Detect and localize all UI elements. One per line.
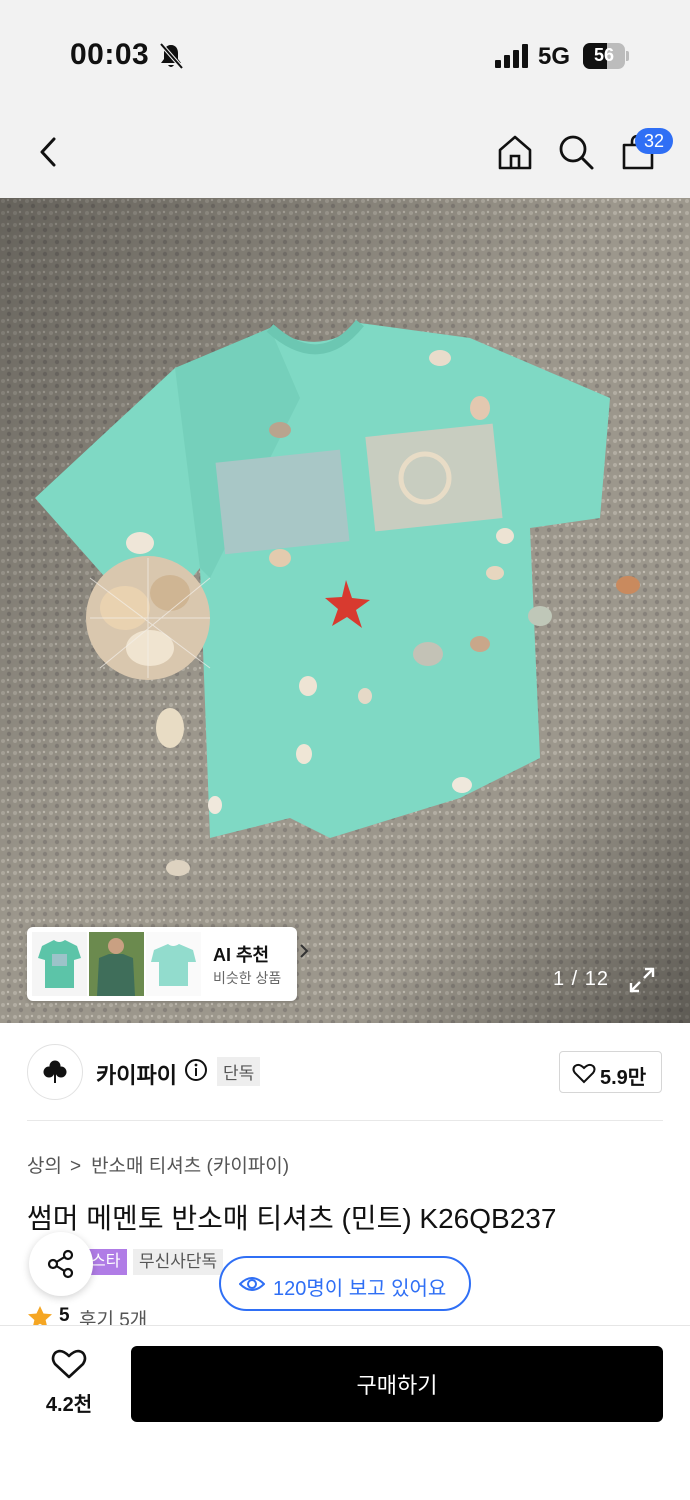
battery-indicator: 56: [583, 43, 629, 69]
product-photo: [0, 198, 690, 1023]
brand-like-count: 5.9만: [600, 1067, 647, 1089]
ai-recommend-card[interactable]: AI 추천 비슷한 상품: [27, 927, 309, 1001]
home-icon: [498, 135, 532, 170]
back-button[interactable]: [24, 128, 72, 176]
exclusive-tag: 단독: [217, 1057, 261, 1086]
viewers-text: 120명이 보고 있어요: [273, 1278, 447, 1300]
search-icon: [559, 135, 594, 170]
tag-star: 스타: [87, 1249, 127, 1275]
signal-icon: [495, 44, 528, 68]
home-button[interactable]: [491, 128, 539, 176]
cart-count-badge: 32: [635, 128, 673, 154]
chevron-right-icon: >: [69, 1156, 82, 1177]
image-page-counter: 1 / 12: [553, 968, 610, 990]
chevron-left-icon: [40, 137, 56, 167]
search-button[interactable]: [552, 128, 600, 176]
battery-level: 56: [593, 45, 615, 65]
recommend-thumb-2[interactable]: [89, 932, 144, 996]
brand-name[interactable]: 카이파이: [96, 1058, 177, 1090]
bell-off-icon: [159, 42, 184, 70]
heart-icon: [572, 1063, 596, 1084]
buy-button[interactable]: 구매하기: [131, 1346, 663, 1422]
breadcrumb: 상의 > 반소매 티셔츠 (카이파이): [27, 1151, 289, 1178]
top-nav-bar: [0, 110, 690, 198]
divider: [27, 1120, 663, 1121]
breadcrumb-item-subcategory[interactable]: 반소매 티셔츠 (카이파이): [91, 1156, 289, 1177]
brand-logo[interactable]: [27, 1044, 83, 1100]
wish-count: 4.2천: [45, 1394, 93, 1416]
share-icon: [47, 1249, 74, 1279]
clover-logo-icon: [43, 1060, 67, 1083]
tag-musinsa-exclusive: 무신사단독: [133, 1249, 224, 1275]
rating-row[interactable]: 5 후기 5개: [27, 1303, 167, 1327]
product-title: 썸머 메멘토 반소매 티셔츠 (민트) K26QB237: [27, 1203, 557, 1234]
breadcrumb-item-category[interactable]: 상의: [27, 1156, 62, 1177]
star-icon: [28, 1306, 52, 1327]
bottom-action-bar: 4.2천 구매하기: [0, 1325, 690, 1500]
expand-icon[interactable]: [628, 966, 656, 994]
ai-recommend-title: AI 추천: [213, 945, 270, 965]
share-button[interactable]: [29, 1232, 93, 1296]
viewers-indicator: 120명이 보고 있어요: [219, 1256, 471, 1311]
review-count[interactable]: 후기 5개: [79, 1305, 147, 1327]
product-image-carousel[interactable]: AI 추천 비슷한 상품 1 / 12: [0, 198, 690, 1023]
heart-icon[interactable]: [51, 1348, 87, 1380]
status-bar: 00:03 5G 56: [0, 0, 690, 110]
network-type: 5G: [538, 43, 571, 70]
recommend-thumb-1[interactable]: [32, 932, 87, 996]
rating-score: 5: [59, 1305, 70, 1326]
ai-recommend-subtitle: 비슷한 상품: [213, 970, 282, 986]
status-time: 00:03: [70, 38, 150, 71]
brand-like-button[interactable]: 5.9만: [559, 1051, 662, 1093]
eye-icon: [239, 1277, 265, 1291]
info-icon[interactable]: [184, 1058, 208, 1082]
chevron-right-icon: [300, 944, 309, 958]
recommend-thumb-3[interactable]: [146, 932, 201, 996]
